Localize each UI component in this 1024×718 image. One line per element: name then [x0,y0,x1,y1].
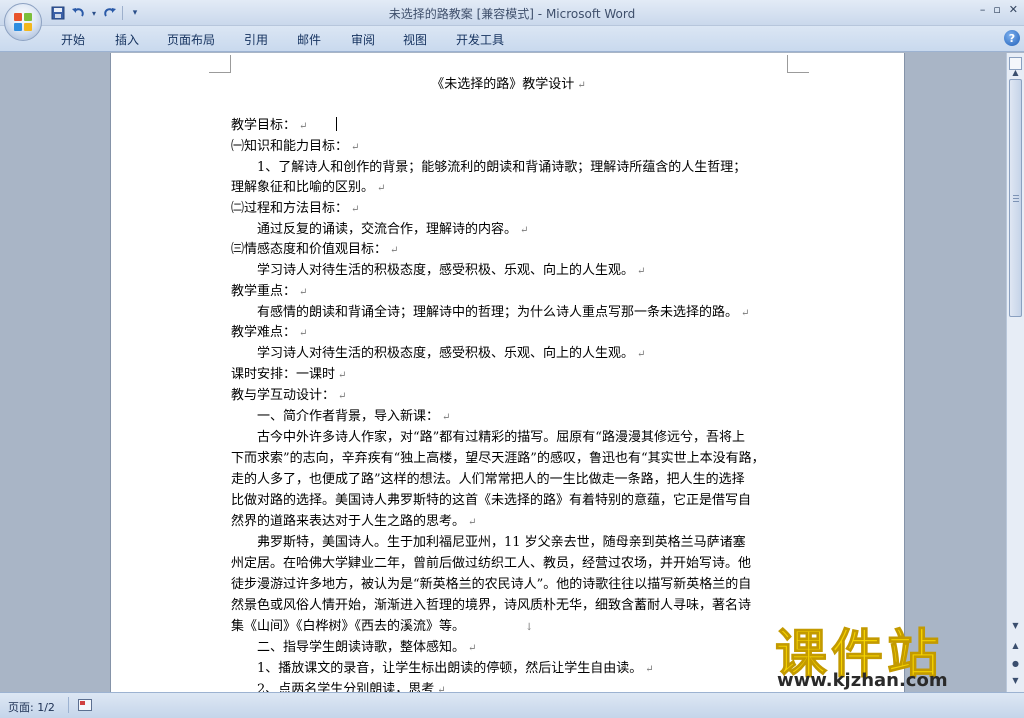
tab-home[interactable]: 开始 [61,31,85,48]
document-name: 未选择的路教案 [兼容模式] [388,7,534,21]
doc-line: 2、点两名学生分别朗读，思考 ↵ [231,682,446,692]
doc-line: 课时安排：一课时 ↵ [231,367,347,382]
tab-view[interactable]: 视图 [403,31,427,48]
document-title: 《未选择的路》教学设计 ↵ [231,75,786,95]
doc-line: 学习诗人对待生活的积极态度，感受积极、乐观、向上的人生观。 ↵ [231,346,646,361]
page-indicator[interactable]: 页面: 1/2 [8,699,55,715]
scrollbar-thumb[interactable] [1009,79,1022,317]
paragraph-mark: ↵ [577,80,586,91]
tab-developer[interactable]: 开发工具 [456,31,504,48]
doc-line: ㈠知识和能力目标： ↵ [231,139,360,154]
tab-insert[interactable]: 插入 [115,31,139,48]
title-bar: ▾ ▾ 未选择的路教案 [兼容模式] - Microsoft Word – ▫ … [0,0,1024,26]
tab-mailings[interactable]: 邮件 [297,31,321,48]
doc-line: 通过反复的诵读，交流合作，理解诗的内容。 ↵ [231,222,529,237]
doc-line: 理解象征和比喻的区别。 ↵ [231,180,386,195]
scroll-up-arrow-icon[interactable]: ▲ [1007,65,1024,79]
tab-references[interactable]: 引用 [244,31,268,48]
restore-button[interactable]: ▫ [993,3,1000,16]
minimize-button[interactable]: – [980,3,986,16]
doc-line: 教与学互动设计： ↵ [231,388,347,403]
office-logo-icon [14,13,32,31]
watermark-logo: 课件站 www.kjzhan.com [774,612,1010,692]
thumb-grip [1013,198,1019,199]
doc-line: 然景色或风俗人情开始，渐渐进入哲理的境界，诗风质朴无华，细致含蓄耐人寻味，著名诗 [231,598,752,613]
document-title-text: 《未选择的路》教学设计 [431,77,575,92]
doc-line: 下而求索”的志向，辛弃疾有“独上高楼，望尽天涯路”的感叹，鲁迅也有“其实世上本没… [231,451,765,466]
doc-line: ㈢情感态度和价值观目标： ↵ [231,242,399,257]
doc-line: 然界的道路来表达对于人生之路的思考。 ↵ [231,514,477,529]
status-separator [68,697,69,713]
doc-line: 集《山间》《白桦树》《西去的溪流》等。 ↓ [231,619,534,634]
doc-line: 走的人多了，也便成了路”这样的想法。人们常常把人的一生比做走一条路，把人生的选择 [231,472,745,487]
doc-line: 教学目标： ↵ [231,118,308,133]
doc-line: 古今中外许多诗人作家，对“路”都有过精彩的描写。屈原有“路漫漫其修远兮，吾将上 [231,430,745,445]
doc-line: 徒步漫游过许多地方，被认为是“新英格兰的农民诗人”。他的诗歌往往以描写新英格兰的… [231,577,752,592]
document-workspace: 《未选择的路》教学设计 ↵ 教学目标： ↵ ㈠知识和能力目标： ↵ 1、了解诗人和创作… [0,53,1006,692]
crop-mark-top-right [787,55,809,73]
doc-line: 有感情的朗读和背诵全诗；理解诗中的哲理；为什么诗人重点写那一条未选择的路。 ↵ [231,305,750,320]
doc-line: 学习诗人对待生活的积极态度，感受积极、乐观、向上的人生观。 ↵ [231,263,646,278]
app-name: Microsoft Word [545,7,636,21]
doc-line: 比做对路的选择。美国诗人弗罗斯特的这首《未选择的路》有着特别的意蕴，它正是借写自 [231,493,752,508]
doc-line: ㈡过程和方法目标： ↵ [231,201,360,216]
doc-line: 1、了解诗人和创作的背景；能够流利的朗读和背诵诗歌；理解诗所蕴含的人生哲理； [231,160,747,175]
window-title: 未选择的路教案 [兼容模式] - Microsoft Word [0,5,1024,22]
doc-line: 州定居。在哈佛大学肄业二年，曾前后做过纺织工人、教员，经营过农场，并开始写诗。他 [231,556,752,571]
doc-line: 一、简介作者背景，导入新课： ↵ [231,409,451,424]
document-page[interactable]: 《未选择的路》教学设计 ↵ 教学目标： ↵ ㈠知识和能力目标： ↵ 1、了解诗人和创作… [110,53,905,692]
help-icon[interactable]: ? [1004,30,1020,46]
vertical-scrollbar[interactable]: ▲ ▼ ▲ ● ▼ [1006,53,1024,692]
doc-line: 教学重点： ↵ [231,284,308,299]
watermark-url: www.kjzhan.com [777,670,948,691]
text-cursor [336,117,337,131]
close-button[interactable]: ✕ [1009,3,1018,16]
office-button[interactable] [4,3,42,41]
title-separator: - [533,7,546,21]
proofing-status-icon[interactable] [78,699,92,711]
thumb-grip [1013,201,1019,202]
doc-line: 教学难点： ↵ [231,325,308,340]
thumb-grip [1013,195,1019,196]
crop-mark-top-left [209,55,231,73]
doc-line: 二、指导学生朗读诗歌，整体感知。 ↵ [231,640,477,655]
status-bar: 页面: 1/2 [0,692,1024,718]
tab-page-layout[interactable]: 页面布局 [167,31,215,48]
doc-line: 1、播放课文的录音，让学生标出朗读的停顿，然后让学生自由读。 ↵ [231,661,654,676]
tab-review[interactable]: 审阅 [351,31,375,48]
ribbon-tabs: 开始 插入 页面布局 引用 邮件 审阅 视图 开发工具 ? [0,26,1024,52]
doc-line: 弗罗斯特，美国诗人。生于加利福尼亚州，11 岁父亲去世，随母亲到英格兰马萨诸塞 [231,535,746,550]
window-controls: – ▫ ✕ [980,3,1018,16]
